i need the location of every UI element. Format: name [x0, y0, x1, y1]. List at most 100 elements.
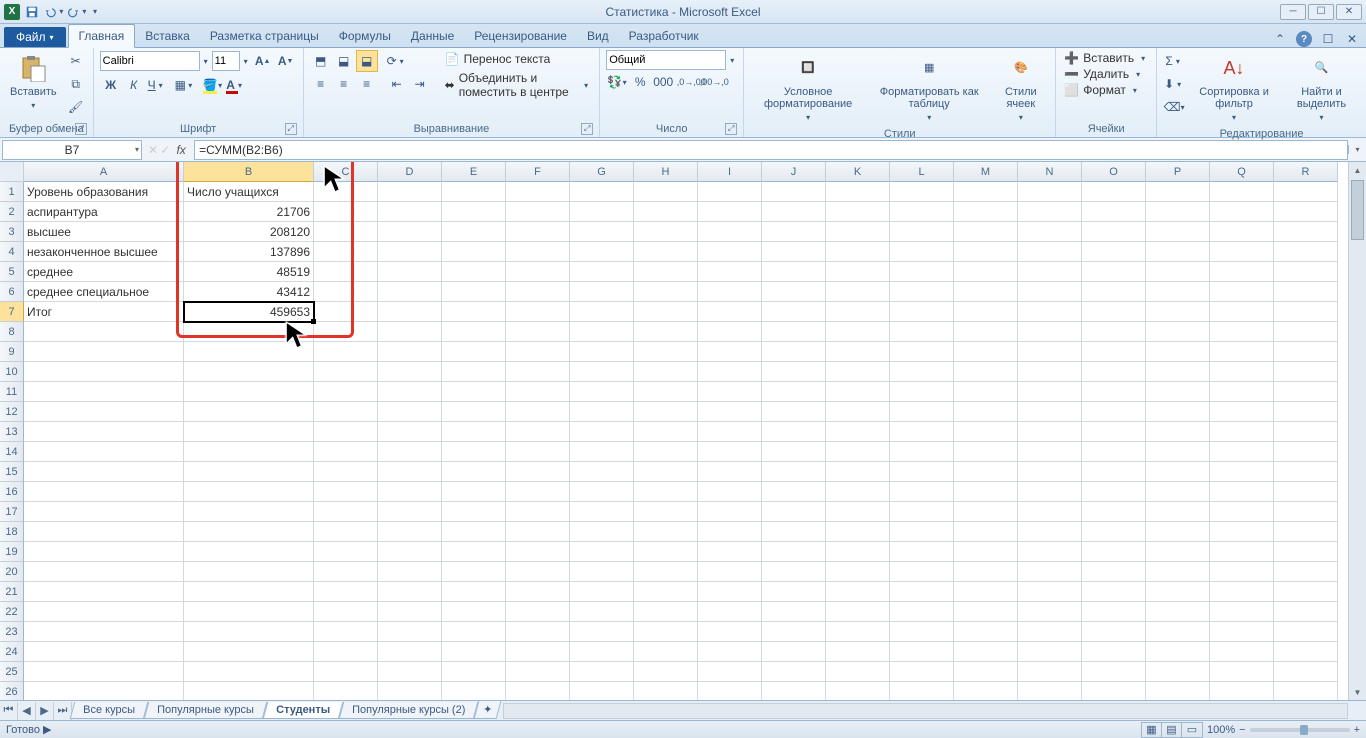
cell[interactable] — [1018, 542, 1082, 562]
cell[interactable]: Уровень образования — [24, 182, 184, 202]
cell[interactable] — [442, 562, 506, 582]
row-header[interactable]: 25 — [0, 662, 24, 682]
cell[interactable] — [1018, 622, 1082, 642]
cell[interactable] — [506, 602, 570, 622]
cell[interactable] — [1018, 422, 1082, 442]
cell[interactable] — [1274, 502, 1338, 522]
cell[interactable] — [826, 682, 890, 700]
cell[interactable] — [570, 302, 634, 322]
cell[interactable] — [1082, 622, 1146, 642]
cell[interactable] — [1274, 582, 1338, 602]
cell[interactable] — [1274, 342, 1338, 362]
align-top-button[interactable]: ⬒ — [310, 50, 332, 72]
cell[interactable] — [1274, 442, 1338, 462]
cell[interactable] — [570, 642, 634, 662]
cell[interactable] — [314, 562, 378, 582]
row-header[interactable]: 21 — [0, 582, 24, 602]
cell[interactable] — [24, 502, 184, 522]
fill-button[interactable]: ⬇▾ — [1163, 73, 1185, 95]
cancel-formula-icon[interactable]: ✕ — [148, 143, 158, 157]
merge-center-button[interactable]: ⬌Объединить и поместить в центре▾ — [441, 69, 594, 101]
horizontal-scrollbar[interactable] — [503, 703, 1348, 719]
cell[interactable] — [506, 202, 570, 222]
help-icon[interactable]: ? — [1296, 31, 1312, 47]
cell[interactable] — [1082, 422, 1146, 442]
cell[interactable] — [890, 602, 954, 622]
sheet-nav-prev[interactable]: ◀ — [18, 702, 36, 720]
cell[interactable] — [762, 222, 826, 242]
cell[interactable] — [954, 422, 1018, 442]
cell[interactable] — [442, 222, 506, 242]
cell[interactable] — [634, 422, 698, 442]
cell[interactable] — [1210, 622, 1274, 642]
row-header[interactable]: 8 — [0, 322, 24, 342]
cell[interactable] — [890, 502, 954, 522]
cell[interactable] — [24, 442, 184, 462]
cell[interactable] — [1274, 482, 1338, 502]
cell[interactable] — [698, 242, 762, 262]
column-header[interactable]: O — [1082, 162, 1146, 182]
cell[interactable] — [634, 302, 698, 322]
cell[interactable] — [954, 182, 1018, 202]
cell[interactable] — [1210, 602, 1274, 622]
cell[interactable] — [698, 562, 762, 582]
cell[interactable] — [1082, 602, 1146, 622]
sheet-nav-first[interactable]: ⏮ — [0, 702, 18, 720]
cell[interactable] — [826, 502, 890, 522]
row-header[interactable]: 1 — [0, 182, 24, 202]
cell[interactable] — [1082, 182, 1146, 202]
cell[interactable] — [954, 282, 1018, 302]
zoom-level[interactable]: 100% — [1207, 724, 1235, 736]
decrease-indent-button[interactable]: ⇤ — [386, 73, 408, 95]
cell[interactable] — [634, 662, 698, 682]
cell[interactable] — [1018, 582, 1082, 602]
cell[interactable] — [314, 542, 378, 562]
cell[interactable] — [954, 662, 1018, 682]
cell[interactable] — [890, 282, 954, 302]
cell[interactable] — [1210, 322, 1274, 342]
zoom-in-button[interactable]: + — [1354, 724, 1360, 736]
cell[interactable] — [1210, 342, 1274, 362]
cell[interactable] — [442, 502, 506, 522]
cell[interactable] — [506, 362, 570, 382]
cell[interactable] — [1274, 382, 1338, 402]
formula-input[interactable]: =СУММ(B2:B6) — [194, 140, 1348, 160]
cell[interactable] — [570, 682, 634, 700]
font-color-button[interactable]: A▾ — [225, 74, 247, 96]
row-header[interactable]: 23 — [0, 622, 24, 642]
cell[interactable] — [826, 202, 890, 222]
cell[interactable] — [442, 202, 506, 222]
cell[interactable] — [570, 442, 634, 462]
cell[interactable] — [634, 262, 698, 282]
underline-button[interactable]: Ч▾ — [146, 74, 168, 96]
cell[interactable] — [378, 182, 442, 202]
align-bottom-button[interactable]: ⬓ — [356, 50, 378, 72]
cell[interactable] — [762, 442, 826, 462]
cell[interactable] — [1146, 502, 1210, 522]
cell[interactable] — [184, 402, 314, 422]
cell[interactable] — [1082, 242, 1146, 262]
cell[interactable] — [826, 182, 890, 202]
cell[interactable] — [762, 242, 826, 262]
file-tab[interactable]: Файл▾ — [4, 27, 66, 47]
cell[interactable] — [314, 322, 378, 342]
cell[interactable]: среднее — [24, 262, 184, 282]
cell[interactable] — [24, 382, 184, 402]
cell[interactable] — [1082, 382, 1146, 402]
cell[interactable] — [314, 602, 378, 622]
align-left-button[interactable]: ≡ — [310, 73, 332, 95]
cell[interactable] — [378, 222, 442, 242]
align-right-button[interactable]: ≡ — [356, 73, 378, 95]
cell[interactable] — [826, 462, 890, 482]
macro-record-icon[interactable]: ▶ — [43, 724, 51, 736]
cell[interactable] — [1082, 562, 1146, 582]
cell[interactable] — [314, 662, 378, 682]
cell[interactable] — [1146, 302, 1210, 322]
cell[interactable] — [762, 202, 826, 222]
cell[interactable] — [954, 242, 1018, 262]
cell[interactable] — [954, 542, 1018, 562]
cell[interactable] — [762, 482, 826, 502]
find-select-button[interactable]: 🔍Найти и выделить▾ — [1283, 50, 1360, 126]
cell[interactable] — [570, 262, 634, 282]
cell[interactable] — [378, 422, 442, 442]
